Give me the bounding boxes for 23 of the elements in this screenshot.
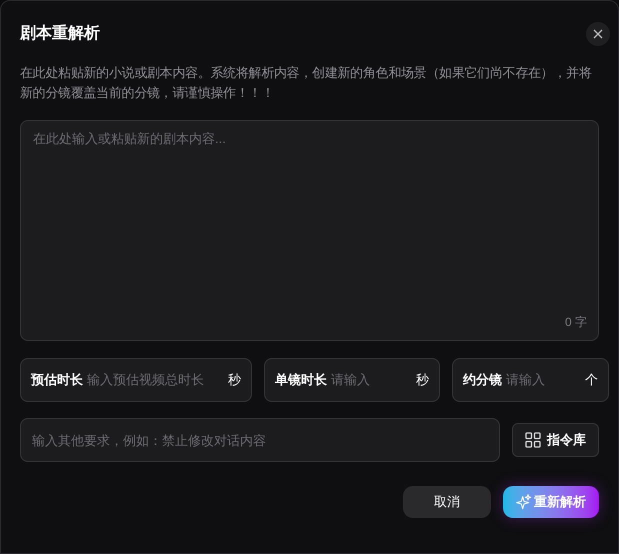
unit-label: 个 bbox=[585, 371, 598, 390]
field-label: 预估时长 bbox=[31, 371, 83, 390]
requirements-field[interactable]: 输入其他要求，例如：禁止修改对话内容 bbox=[20, 418, 500, 462]
grid-icon bbox=[525, 432, 542, 448]
dialog-title: 剧本重解析 bbox=[20, 23, 100, 44]
parameter-field[interactable]: 预估时长 输入预估视频总时长 秒 bbox=[20, 358, 252, 402]
sparkle-icon bbox=[516, 494, 532, 510]
parameter-input[interactable]: 请输入 bbox=[506, 370, 581, 390]
parameter-field[interactable]: 单镜时长 请输入 秒 bbox=[264, 358, 440, 402]
description-text: 在此处粘贴新的小说或剧本内容。系统将解析内容，创建新的角色和场景（如果它们尚不存在），并将新的分镜覆盖当前的分镜，请谨慎操作！！！ bbox=[20, 64, 593, 102]
close-icon bbox=[593, 29, 603, 39]
field-label: 单镜时长 bbox=[275, 371, 327, 390]
unit-label: 秒 bbox=[416, 371, 429, 390]
unit-label: 秒 bbox=[228, 371, 241, 390]
parameter-field[interactable]: 约分镜 请输入 个 bbox=[452, 358, 609, 402]
close-button[interactable] bbox=[586, 22, 610, 46]
library-button[interactable]: 指令库 bbox=[512, 423, 599, 457]
parameter-input[interactable]: 输入预估视频总时长 bbox=[87, 370, 224, 390]
cancel-button[interactable]: 取消 bbox=[403, 486, 491, 518]
parameter-input[interactable]: 请输入 bbox=[331, 370, 412, 390]
reparse-button[interactable]: 重新解析 bbox=[503, 486, 599, 518]
character-count: 0 字 bbox=[564, 314, 587, 331]
field-label: 约分镜 bbox=[463, 371, 502, 390]
